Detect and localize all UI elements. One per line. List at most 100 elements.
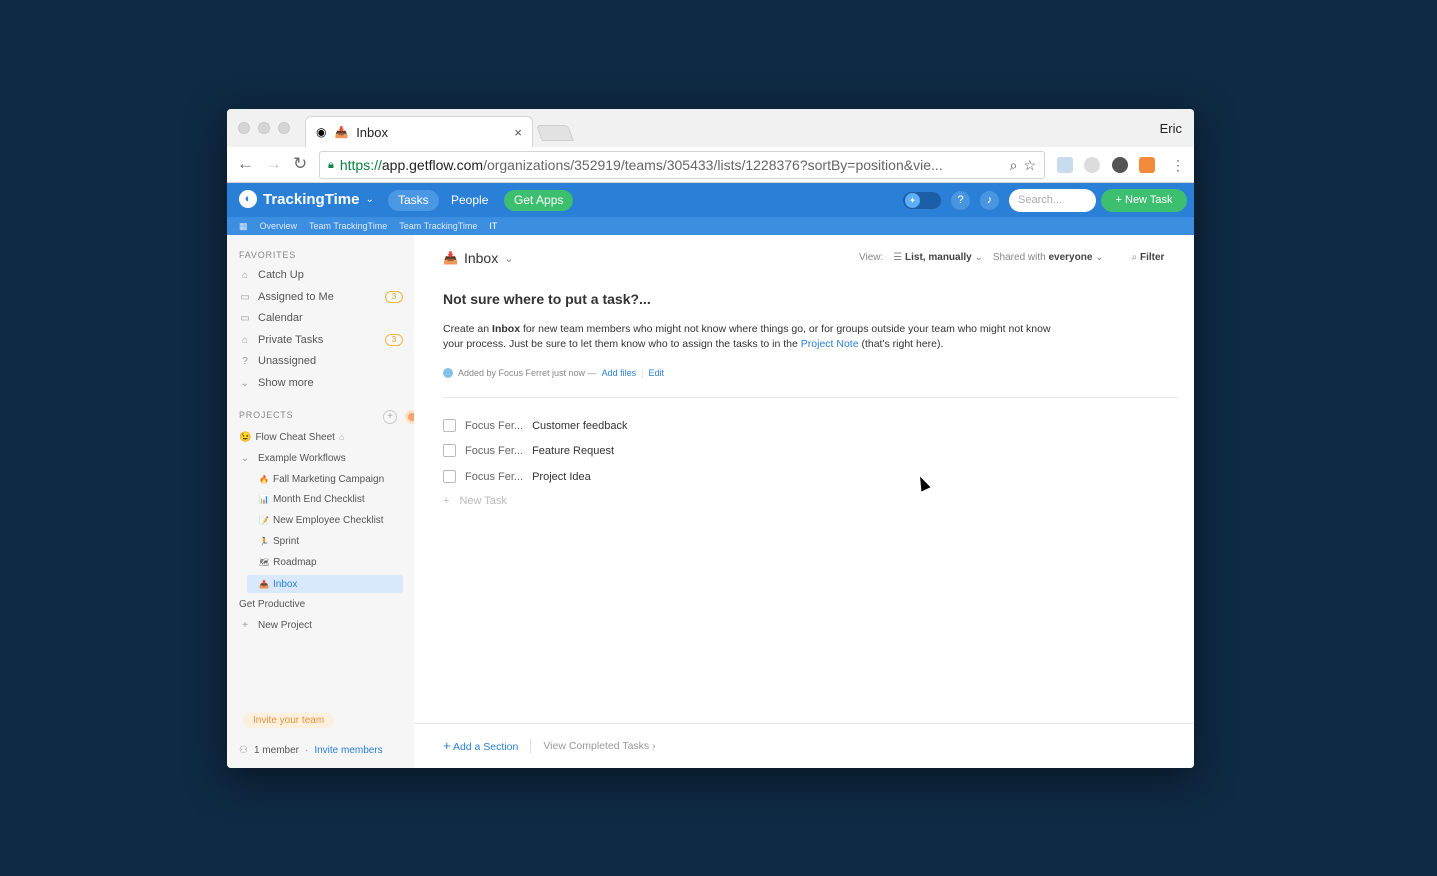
tab-title: Inbox — [356, 124, 388, 140]
task-title[interactable]: Customer feedback — [532, 420, 627, 432]
task-row[interactable]: Focus Fer... Feature Request — [443, 444, 614, 457]
forward-icon[interactable]: → — [265, 154, 282, 174]
sidebar-item-calendar[interactable]: ▭ Calendar — [239, 309, 403, 327]
app-logo[interactable]: ◐ TrackingTime ⌄ — [239, 190, 374, 208]
grid-icon[interactable]: ▦ — [239, 221, 248, 232]
breadcrumb-it[interactable]: IT — [489, 221, 497, 231]
nav-get-apps[interactable]: Get Apps — [504, 190, 574, 211]
timer-icon: ✦ — [905, 193, 920, 208]
plus-icon: + — [242, 619, 248, 631]
minimize-window-button[interactable] — [258, 122, 270, 134]
sharing-selector[interactable]: Shared with everyone ⌄ — [993, 252, 1104, 263]
sidebar-item-new-employee[interactable]: 📝 New Employee Checklist — [259, 511, 403, 529]
reload-icon[interactable]: ↻ — [293, 154, 307, 174]
sidebar-item-catch-up[interactable]: ⌂ Catch Up — [239, 266, 403, 284]
sidebar-item-show-more[interactable]: ⌄ Show more — [239, 374, 403, 392]
back-icon[interactable]: ← — [237, 154, 254, 174]
new-task-button[interactable]: + New Task — [1101, 189, 1187, 212]
note-headline: Not sure where to put a task?... — [443, 291, 651, 307]
sidebar-item-month-end[interactable]: 📊 Month End Checklist — [259, 490, 403, 508]
task-checkbox[interactable] — [443, 419, 456, 432]
sidebar-item-sprint[interactable]: 🏃 Sprint — [259, 532, 403, 550]
filter-button[interactable]: ⌕ Filter — [1132, 252, 1165, 263]
count-badge: 3 — [385, 334, 403, 346]
list-title[interactable]: 📥 Inbox ⌄ — [443, 250, 513, 266]
extension-icon[interactable] — [1057, 157, 1073, 173]
browser-tab-inbox[interactable]: ◉ 📥 Inbox × — [305, 116, 533, 147]
sidebar-item-get-productive[interactable]: Get Productive — [239, 595, 403, 613]
bell-icon[interactable]: ♪ — [980, 191, 999, 210]
sidebar-item-roadmap[interactable]: 🗺 Roadmap — [259, 553, 403, 571]
task-assignee[interactable]: Focus Fer... — [465, 471, 523, 483]
url-text[interactable]: https://app.getflow.com/organizations/35… — [340, 157, 1004, 173]
browser-user-name[interactable]: Eric — [1160, 121, 1182, 136]
menu-icon[interactable]: ⋮ — [1171, 157, 1185, 174]
task-assignee[interactable]: Focus Fer... — [465, 445, 523, 457]
add-project-icon[interactable]: + — [383, 410, 397, 424]
sidebar-item-flow-cheat-sheet[interactable]: 😉 Flow Cheat Sheet ⌂ — [239, 428, 403, 446]
lock-icon: ⌂ — [241, 334, 249, 346]
add-section-button[interactable]: + Add a Section — [443, 738, 518, 753]
star-icon[interactable]: ☆ — [1023, 157, 1036, 174]
note-meta: Added by Focus Ferret just now — Add fil… — [443, 368, 664, 378]
invite-members-link[interactable]: Invite members — [314, 745, 382, 756]
photo-extension-icon[interactable] — [1139, 157, 1155, 173]
task-row[interactable]: Focus Fer... Customer feedback — [443, 419, 627, 432]
question-icon: ? — [242, 355, 248, 367]
flow-favicon-icon: ◉ — [316, 125, 327, 139]
close-tab-icon[interactable]: × — [514, 125, 522, 140]
sidebar-item-new-project[interactable]: + New Project — [239, 616, 403, 634]
divider — [443, 397, 1178, 398]
nav-people[interactable]: People — [441, 190, 498, 211]
window-controls — [238, 122, 290, 134]
plus-icon: + — [443, 738, 451, 753]
sidebar-item-fall-marketing[interactable]: 🔥 Fall Marketing Campaign — [259, 470, 403, 488]
add-files-link[interactable]: Add files — [602, 368, 637, 378]
person-icon: ⚇ — [239, 745, 248, 756]
nav-tasks[interactable]: Tasks — [388, 190, 439, 211]
task-row[interactable]: Focus Fer... Project Idea — [443, 470, 591, 483]
breadcrumb-team-2[interactable]: Team TrackingTime — [399, 221, 477, 231]
breadcrumb: ▦ Overview Team TrackingTime Team Tracki… — [227, 217, 1194, 235]
breadcrumb-overview[interactable]: Overview — [260, 221, 298, 231]
list-footer: + Add a Section View Completed Tasks › — [443, 738, 656, 753]
trackingtime-logo-icon: ◐ — [239, 190, 257, 208]
search-input[interactable]: Search... — [1009, 189, 1096, 212]
sidebar-item-private-tasks[interactable]: ⌂ Private Tasks 3 — [239, 331, 403, 349]
new-tab-button[interactable] — [536, 125, 574, 141]
member-count: 1 member — [253, 745, 299, 756]
view-completed-button[interactable]: View Completed Tasks › — [543, 740, 655, 752]
browser-window: ◉ 📥 Inbox × Eric ← → ↻ 🔒︎ https://app.ge… — [227, 109, 1194, 768]
maximize-window-button[interactable] — [278, 122, 290, 134]
zoom-icon[interactable]: ⌕ — [1010, 157, 1018, 174]
sidebar-item-example-workflows[interactable]: ⌄ Example Workflows — [239, 449, 403, 467]
project-note-link[interactable]: Project Note — [801, 338, 859, 350]
main-content: 📥 Inbox ⌄ View: ☰ List, manually ⌄ Share… — [414, 235, 1194, 768]
close-window-button[interactable] — [238, 122, 250, 134]
lock-icon: 🔒︎ — [328, 158, 334, 171]
app-logo-text: TrackingTime — [263, 190, 360, 208]
breadcrumb-team-1[interactable]: Team TrackingTime — [309, 221, 387, 231]
chevron-down-icon: ⌄ — [240, 377, 250, 389]
browser-titlebar: ◉ 📥 Inbox × Eric — [227, 109, 1194, 147]
task-checkbox[interactable] — [443, 444, 456, 457]
play-icon[interactable] — [1112, 157, 1128, 173]
task-title[interactable]: Feature Request — [532, 445, 614, 457]
help-button[interactable]: ? — [951, 191, 970, 210]
tag-icon: ⌂ — [241, 269, 249, 281]
timer-toggle[interactable]: ✦ — [903, 192, 941, 209]
sidebar-item-unassigned[interactable]: ? Unassigned — [239, 352, 403, 370]
task-checkbox[interactable] — [443, 470, 456, 483]
drive-icon[interactable] — [1084, 157, 1100, 173]
task-assignee[interactable]: Focus Fer... — [465, 420, 523, 432]
address-bar[interactable]: 🔒︎ https://app.getflow.com/organizations… — [319, 151, 1045, 179]
view-selector[interactable]: ☰ List, manually ⌄ — [893, 252, 983, 263]
invite-your-team-note[interactable]: Invite your team — [243, 713, 335, 728]
task-title[interactable]: Project Idea — [532, 471, 591, 483]
lock-icon: ⌂ — [338, 432, 345, 442]
sidebar-item-inbox[interactable]: 📥 Inbox — [247, 575, 403, 593]
edit-link[interactable]: Edit — [648, 368, 664, 378]
new-task-row[interactable]: + New Task — [443, 495, 507, 507]
count-badge: 3 — [385, 291, 403, 303]
sidebar-item-assigned-to-me[interactable]: ▭ Assigned to Me 3 — [239, 288, 403, 306]
